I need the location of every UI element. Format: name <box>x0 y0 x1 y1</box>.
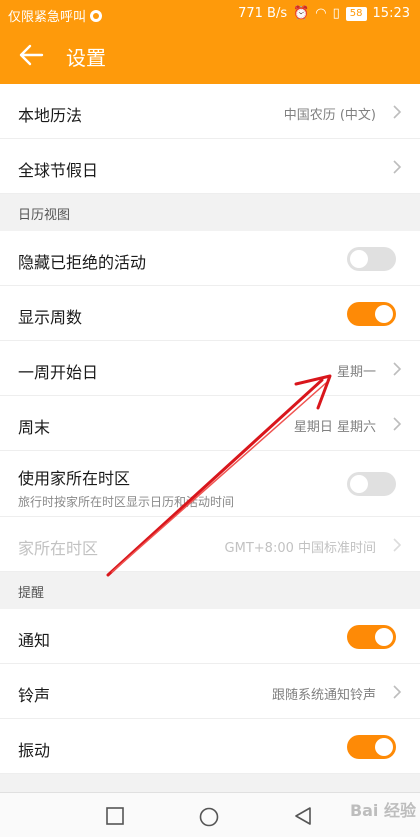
notification-toggle[interactable] <box>347 625 396 649</box>
hide-declined-row: 隐藏已拒绝的活动 <box>0 231 420 286</box>
toggle-knob <box>375 628 393 646</box>
battery-icon: 58 <box>345 6 367 21</box>
network-speed: 771 B/s <box>238 6 288 21</box>
chevron-right-icon <box>393 362 402 376</box>
settings-list: 本地历法 中国农历 (中文) 全球节假日 日历视图 隐藏已拒绝的活动 显示周数 … <box>0 84 420 774</box>
row-value: GMT+8:00 中国标准时间 <box>224 541 376 556</box>
section-title: 提醒 <box>18 586 45 601</box>
toggle-knob <box>375 305 393 323</box>
clock: 15:23 <box>372 6 410 21</box>
section-header-reminders: 提醒 <box>0 572 420 609</box>
home-timezone-row: 家所在时区 GMT+8:00 中国标准时间 <box>0 517 420 572</box>
row-label: 铃声 <box>18 686 51 705</box>
status-bar: 仅限紧急呼叫 771 B/s ⏰ ◠ ▯ 58 15:23 <box>0 0 420 28</box>
local-calendar-row[interactable]: 本地历法 中国农历 (中文) <box>0 84 420 139</box>
wifi-icon: ◠ <box>315 5 327 21</box>
row-value: 跟随系统通知铃声 <box>271 688 376 703</box>
vibrate-row: 振动 <box>0 719 420 774</box>
weekend-row[interactable]: 周末 星期日 星期六 <box>0 396 420 451</box>
chevron-right-icon <box>393 685 402 699</box>
signal-icon: ▯ <box>332 5 340 21</box>
row-label: 周末 <box>18 418 51 437</box>
ringtone-row[interactable]: 铃声 跟随系统通知铃声 <box>0 664 420 719</box>
section-header-calendar-view: 日历视图 <box>0 194 420 231</box>
week-start-row[interactable]: 一周开始日 星期一 <box>0 341 420 396</box>
home-timezone-toggle[interactable] <box>347 472 396 496</box>
watermark: Bai 经验 <box>349 801 416 820</box>
row-label: 全球节假日 <box>18 161 99 180</box>
show-week-numbers-row: 显示周数 <box>0 286 420 341</box>
row-label: 家所在时区 <box>18 539 99 558</box>
show-week-numbers-toggle[interactable] <box>347 302 396 326</box>
row-value: 中国农历 (中文) <box>283 108 376 123</box>
chevron-right-icon <box>393 538 402 552</box>
toggle-knob <box>350 475 368 493</box>
chevron-right-icon <box>393 417 402 431</box>
toggle-knob <box>350 250 368 268</box>
row-description: 旅行时按家所在时区显示日历和活动时间 <box>18 495 235 509</box>
recents-button-icon[interactable] <box>106 807 124 825</box>
global-holidays-row[interactable]: 全球节假日 <box>0 139 420 194</box>
row-label: 使用家所在时区 <box>18 469 131 488</box>
back-arrow-icon[interactable] <box>18 42 44 68</box>
toggle-knob <box>375 738 393 756</box>
vibrate-toggle[interactable] <box>347 735 396 759</box>
alarm-icon: ⏰ <box>293 5 310 21</box>
row-label: 振动 <box>18 741 51 760</box>
row-label: 显示周数 <box>18 308 83 327</box>
back-button-icon[interactable] <box>294 807 312 825</box>
page-title: 设置 <box>66 46 106 70</box>
row-label: 通知 <box>18 631 51 650</box>
row-value: 星期日 星期六 <box>293 420 376 435</box>
chevron-right-icon <box>393 160 402 174</box>
notification-icon <box>90 9 103 22</box>
row-value: 星期一 <box>336 365 376 380</box>
row-label: 隐藏已拒绝的活动 <box>18 253 147 272</box>
row-label: 一周开始日 <box>18 363 99 382</box>
hide-declined-toggle[interactable] <box>347 247 396 271</box>
row-label: 本地历法 <box>18 106 83 125</box>
carrier-text: 仅限紧急呼叫 <box>8 10 87 25</box>
app-bar: 设置 <box>0 28 420 84</box>
chevron-right-icon <box>393 105 402 119</box>
notification-row: 通知 <box>0 609 420 664</box>
system-navigation-bar: Bai 经验 <box>0 792 420 837</box>
home-button-icon[interactable] <box>199 807 219 827</box>
home-timezone-toggle-row: 使用家所在时区 旅行时按家所在时区显示日历和活动时间 <box>0 451 420 517</box>
section-title: 日历视图 <box>18 208 71 223</box>
